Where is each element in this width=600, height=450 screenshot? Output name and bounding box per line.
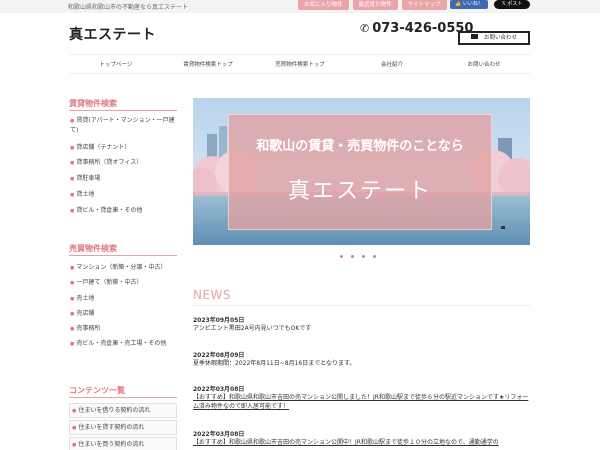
bullet-icon: ●	[70, 118, 75, 124]
phone-number[interactable]: ✆ 073-426-0550	[360, 21, 473, 36]
bullet-icon: ●	[70, 192, 75, 198]
bullet-icon: ●	[70, 265, 75, 271]
bullet-icon: ●	[70, 145, 75, 151]
news-divider	[193, 305, 530, 306]
slider-dot-1[interactable]	[340, 255, 343, 258]
nav-item-contact[interactable]: お問い合わせ	[438, 55, 530, 73]
sidebar-item-rent-flow[interactable]: ● 住まいを借りる契約の流れ	[69, 403, 177, 418]
bullet-icon: ●	[70, 280, 75, 286]
bullet-icon: ●	[72, 408, 77, 414]
slider-dot-2[interactable]	[351, 255, 354, 258]
slider-dots	[340, 255, 376, 258]
global-nav: トップページ 賃貸物件検索トップ 売買物件検索トップ 会社紹介 お問い合わせ	[70, 54, 530, 74]
sidebar-item-rental-office[interactable]: ● 貸事務所（貸オフィス）	[70, 158, 178, 168]
sidebar-item-buy-flow[interactable]: ● 住まいを買う契約の流れ	[69, 437, 177, 450]
news-link[interactable]: 【おすすめ】和歌山県和歌山市吉田の売マンション公開しました！JR和歌山駅まで徒歩…	[193, 393, 530, 411]
news-text: 夏季休暇期間：2022年8月11日~8月16日までとなります。	[193, 360, 356, 367]
hero-company-name: 真エステート	[287, 179, 432, 204]
sidebar-item-rental-parking[interactable]: ● 貸駐車場	[70, 174, 178, 184]
nav-item-top[interactable]: トップページ	[70, 55, 162, 73]
news-heading: NEWS	[193, 288, 232, 302]
sidebar-item-sale-office[interactable]: ● 売事務所	[70, 324, 178, 334]
bullet-icon: ●	[70, 208, 75, 214]
hero-catchphrase: 和歌山の賃貸・売買物件のことなら	[256, 139, 464, 154]
bullet-icon: ●	[70, 160, 75, 166]
bullet-icon: ●	[70, 341, 75, 347]
sidebar-item-sale-house[interactable]: ● 一戸建て（新築・中古）	[70, 278, 178, 288]
facebook-like-button[interactable]: 👍 いいね！	[450, 0, 488, 9]
sidebar-item-rental-other[interactable]: ● 貸ビル・貸倉庫・その他	[70, 206, 178, 216]
news-date: 2023年09月05日	[193, 317, 245, 324]
nav-item-sale-search[interactable]: 売買物件検索トップ	[254, 55, 346, 73]
bullet-icon: ●	[70, 311, 75, 317]
bullet-icon: ●	[72, 425, 77, 431]
favorite-properties-link[interactable]: お気に入り物件	[298, 0, 349, 10]
x-post-button[interactable]: 𝕏 ポスト	[494, 0, 530, 9]
bullet-icon: ●	[70, 296, 75, 302]
sitemap-link[interactable]: サイトマップ	[401, 0, 447, 10]
bullet-icon: ●	[72, 442, 77, 448]
news-date: 2022年03月08日	[193, 386, 245, 393]
sidebar-rental-divider	[69, 110, 177, 111]
news-date: 2022年03月08日	[193, 431, 245, 438]
bullet-icon: ●	[70, 326, 75, 332]
sidebar-item-sale-land[interactable]: ● 売土地	[70, 294, 178, 304]
sidebar-item-rental-land[interactable]: ● 貸土地	[70, 190, 178, 200]
sidebar-item-lease-flow[interactable]: ● 住まいを貸す契約の流れ	[69, 420, 177, 435]
slider-dot-4[interactable]	[373, 255, 376, 258]
nav-item-rental-search[interactable]: 賃貸物件検索トップ	[162, 55, 254, 73]
news-text: アンビエント黒田2A号内見いつでもOKです	[193, 325, 312, 332]
contact-button[interactable]: お問い合わせ	[458, 31, 530, 45]
sidebar-sale-title: 売買物件検索	[69, 244, 117, 253]
sidebar-item-rental-store[interactable]: ● 貸店舗（テナント）	[70, 143, 178, 153]
sidebar-item-sale-store[interactable]: ● 売店舗	[70, 309, 178, 319]
hero-slider[interactable]: 和歌山の賃貸・売買物件のことなら 真エステート	[193, 98, 530, 245]
sidebar-sale-divider	[69, 255, 177, 256]
site-tagline: 和歌山県和歌山市の不動産なら真エステート	[68, 4, 189, 11]
site-logo[interactable]: 真エステート	[69, 24, 156, 44]
sidebar-item-sale-other[interactable]: ● 売ビル・売倉庫・売工場・その他	[70, 339, 178, 349]
bullet-icon: ●	[70, 176, 75, 182]
sidebar-rental-title: 賃貸物件検索	[69, 99, 117, 108]
recently-viewed-link[interactable]: 最近見た物件	[352, 0, 398, 10]
slider-dot-3[interactable]	[362, 255, 365, 258]
nav-item-company[interactable]: 会社紹介	[346, 55, 438, 73]
sidebar-content-title: コンテンツ一覧	[69, 386, 125, 395]
sidebar-item-sale-mansion[interactable]: ● マンション（新築・分譲・中古）	[70, 263, 178, 273]
news-date: 2022年08月09日	[193, 352, 245, 359]
sidebar-item-rental-housing[interactable]: ● 賃貸(アパート・マンション・一戸建て)	[70, 116, 178, 135]
thumbs-up-icon: 👍	[455, 1, 462, 7]
phone-icon: ✆	[360, 22, 370, 35]
mail-icon	[470, 34, 478, 39]
top-links: お気に入り物件 最近見た物件 サイトマップ	[298, 0, 447, 10]
x-logo-icon: 𝕏	[501, 1, 506, 7]
sidebar-content-divider	[69, 397, 177, 398]
hero-banner: 和歌山の賃貸・売買物件のことなら 真エステート	[228, 114, 492, 230]
news-link[interactable]: 【おすすめ】和歌山県和歌山市吉田の売マンション公開中！JR和歌山駅まで徒歩１０分…	[193, 438, 530, 447]
